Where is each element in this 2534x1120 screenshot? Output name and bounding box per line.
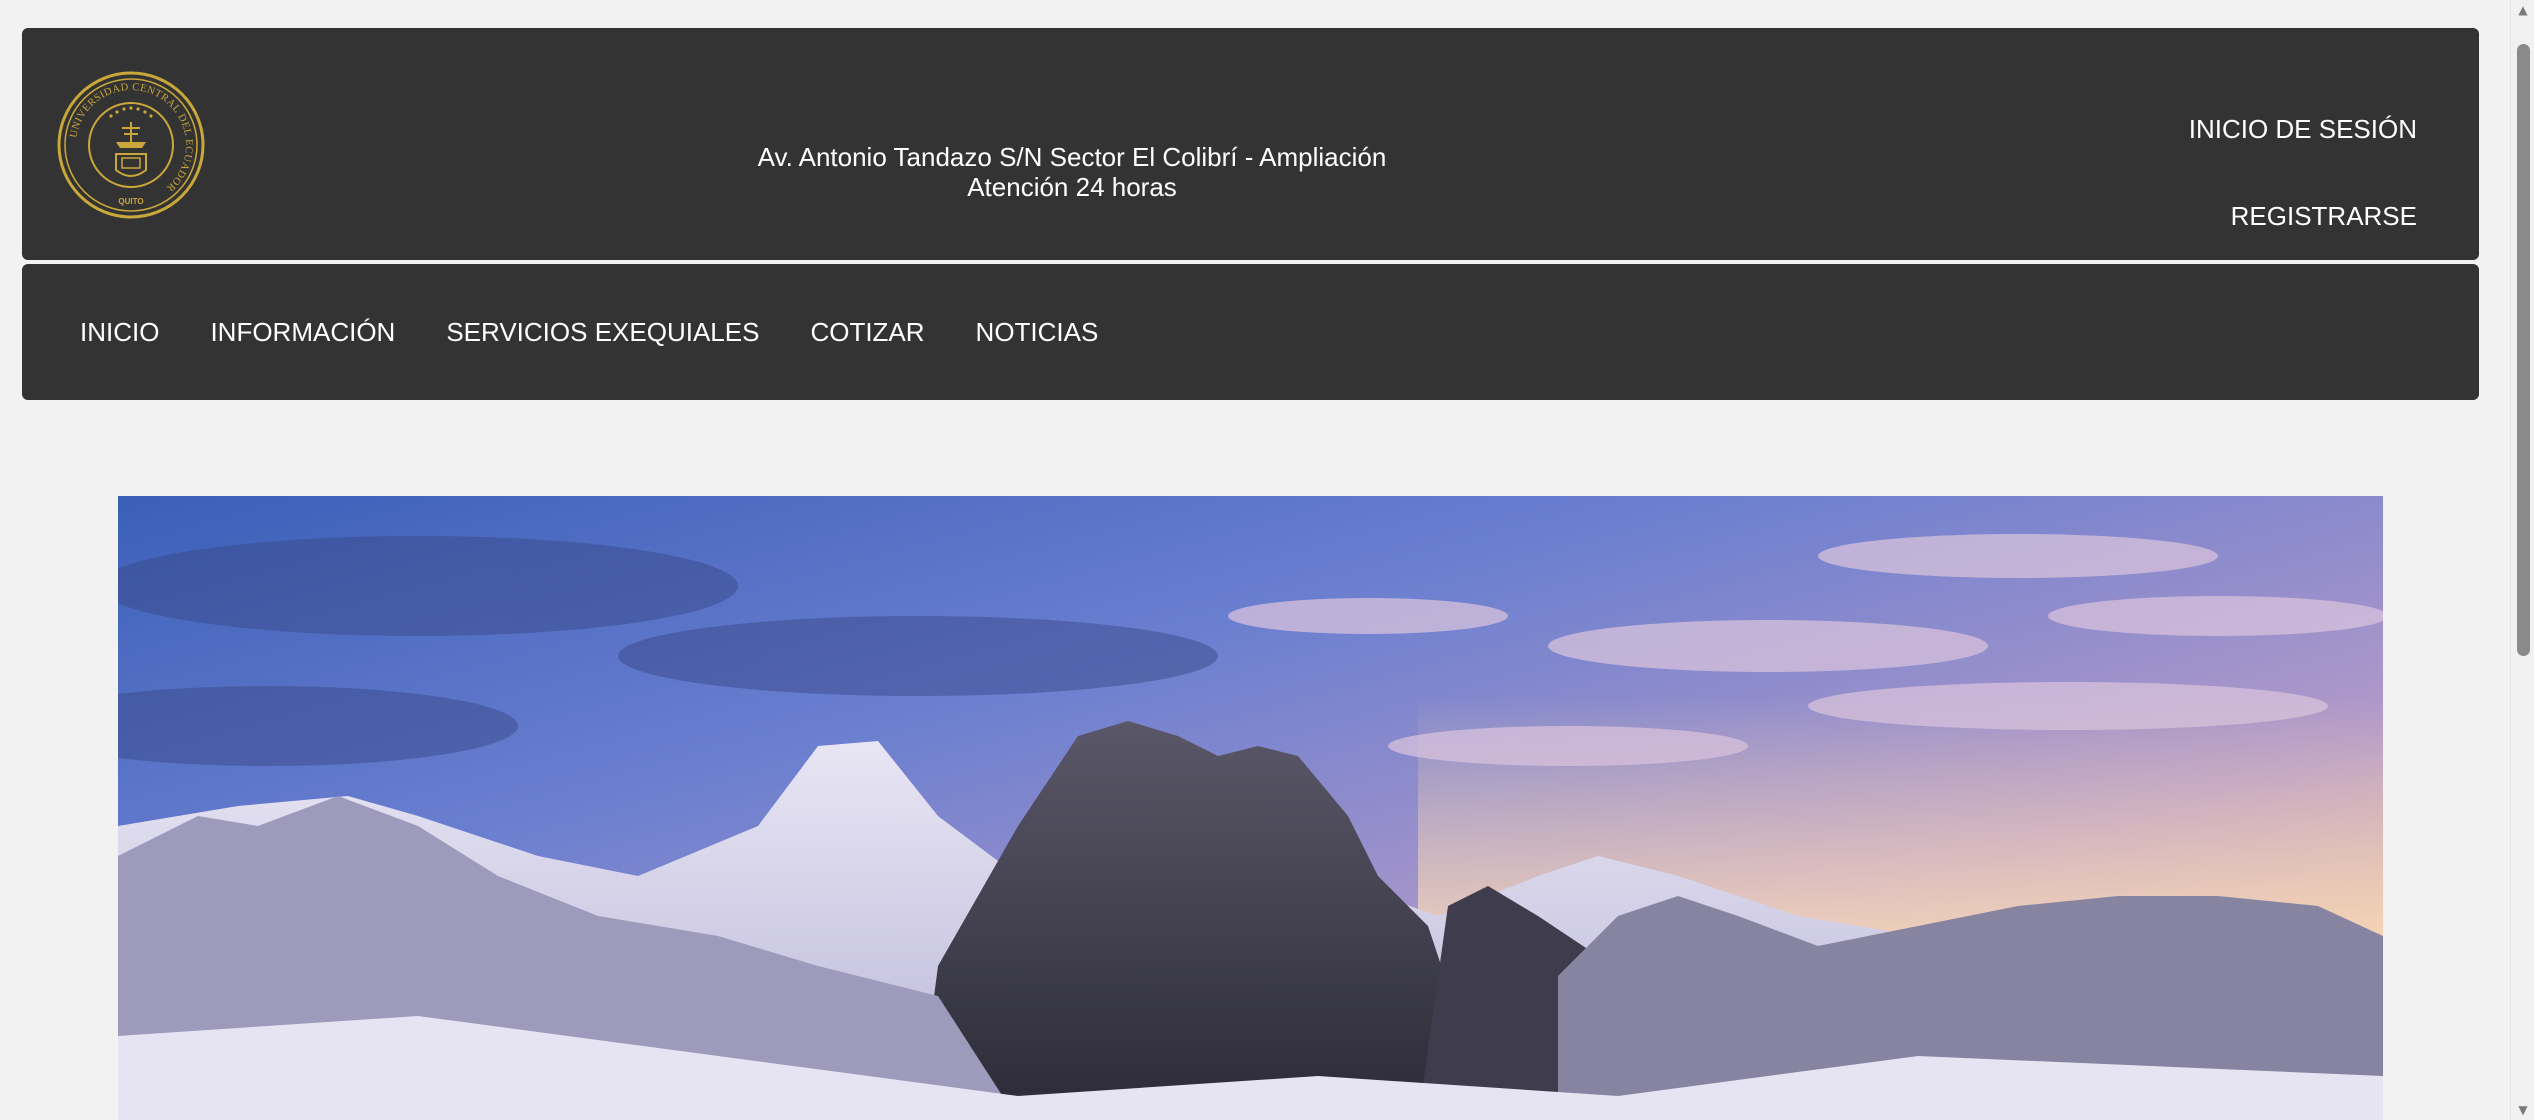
login-link[interactable]: INICIO DE SESIÓN: [2189, 114, 2417, 145]
mountain-landscape-image: [118, 496, 2383, 1120]
address-block: Av. Antonio Tandazo S/N Sector El Colibr…: [672, 142, 1472, 202]
seal-bottom-text: QUITO: [118, 197, 143, 206]
site-header: UNIVERSIDAD CENTRAL DEL ECUADOR QUITO Av…: [22, 28, 2479, 260]
page: UNIVERSIDAD CENTRAL DEL ECUADOR QUITO Av…: [0, 0, 2510, 1120]
address-line: Av. Antonio Tandazo S/N Sector El Colibr…: [757, 142, 1387, 172]
hours-line: Atención 24 horas: [967, 172, 1177, 202]
nav-item-servicios-exequiales[interactable]: SERVICIOS EXEQUIALES: [446, 317, 759, 348]
nav-item-noticias[interactable]: NOTICIAS: [976, 317, 1099, 348]
scroll-up-arrow-icon[interactable]: ▲: [2511, 0, 2534, 20]
nav-item-informacion[interactable]: INFORMACIÓN: [210, 317, 395, 348]
scroll-thumb[interactable]: [2517, 44, 2530, 656]
vertical-scrollbar[interactable]: ▲ ▼: [2510, 0, 2534, 1120]
nav-item-cotizar[interactable]: COTIZAR: [810, 317, 924, 348]
university-seal-icon[interactable]: UNIVERSIDAD CENTRAL DEL ECUADOR QUITO: [56, 70, 206, 220]
register-link[interactable]: REGISTRARSE: [2231, 201, 2417, 232]
main-nav: INICIO INFORMACIÓN SERVICIOS EXEQUIALES …: [22, 264, 2479, 400]
nav-item-inicio[interactable]: INICIO: [80, 317, 159, 348]
scroll-down-arrow-icon[interactable]: ▼: [2511, 1100, 2534, 1120]
